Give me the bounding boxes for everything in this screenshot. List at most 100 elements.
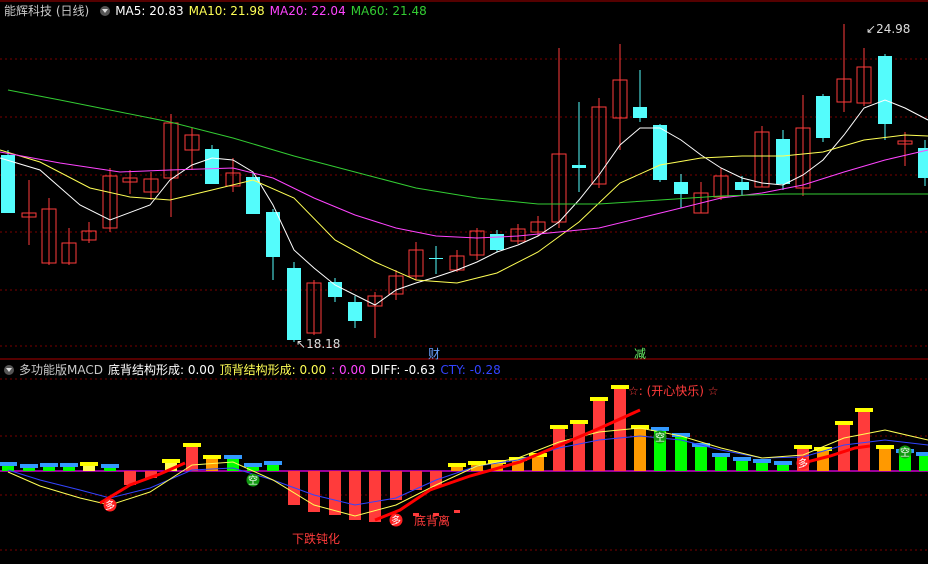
event-marker-cai[interactable]: 财 <box>428 345 440 362</box>
badge-text: 多 <box>105 499 115 512</box>
candle <box>408 242 424 280</box>
macd-bar <box>267 464 279 471</box>
duo-marker: 多 <box>389 513 403 527</box>
candle <box>306 280 322 335</box>
candle-body <box>572 165 586 168</box>
event-marker-jian[interactable]: 减 <box>634 345 646 362</box>
signal-dash <box>454 510 460 513</box>
macd-bar <box>736 460 748 471</box>
candle-body <box>918 148 928 178</box>
candle <box>122 170 138 194</box>
candle-body <box>1 155 15 213</box>
macd-bar <box>369 471 381 522</box>
candle-body <box>266 212 280 257</box>
candle-body <box>328 282 342 297</box>
candle <box>836 24 852 112</box>
candle <box>653 124 667 182</box>
macd-bar <box>919 455 928 471</box>
macd-bar-cap <box>264 461 282 465</box>
candle <box>897 132 913 166</box>
macd-bar-cap <box>733 457 751 461</box>
candle <box>429 246 443 274</box>
macd-bar-cap <box>101 464 119 468</box>
candle <box>21 180 37 245</box>
badge-text: 多 <box>391 514 401 527</box>
macd-bar-cap <box>20 464 38 468</box>
macd-bar-cap <box>570 420 588 424</box>
candle <box>367 292 383 338</box>
candle-body <box>735 182 749 190</box>
candle <box>612 44 628 150</box>
duo-marker: 多 <box>103 498 117 512</box>
top-annotation: ☆: (开心快乐) ☆ <box>628 384 719 398</box>
candle-body <box>816 96 830 138</box>
candle-body <box>878 56 892 124</box>
candle <box>469 228 485 260</box>
macd-bar <box>634 428 646 471</box>
candle-body <box>205 149 219 184</box>
chart-canvas[interactable]: 多多多空空空 <box>0 0 928 564</box>
badge-text: 空 <box>900 446 910 459</box>
candle <box>266 209 280 280</box>
macd-bar-cap <box>794 445 812 449</box>
candle <box>388 270 404 300</box>
candle <box>795 95 811 196</box>
macd-bar <box>573 423 585 471</box>
kong-marker: 空 <box>653 430 667 444</box>
candle <box>41 198 57 265</box>
macd-bar-cap <box>753 459 771 463</box>
moving-average-lines <box>0 89 928 306</box>
macd-bar-cap <box>244 463 262 467</box>
candle <box>102 168 118 232</box>
macd-bar <box>329 471 341 515</box>
macd-bar <box>756 462 768 471</box>
high-price-label: ↙24.98 <box>866 22 911 36</box>
macd-bar-cap <box>40 463 58 467</box>
candle <box>246 172 260 214</box>
macd-bar <box>777 464 789 471</box>
macd-bar-cap <box>855 408 873 412</box>
badge-text: 空 <box>655 431 665 444</box>
macd-bar-cap <box>224 455 242 459</box>
macd-bar-cap <box>80 462 98 466</box>
candle <box>674 174 688 208</box>
candle-body <box>674 182 688 194</box>
macd-bar-cap <box>712 453 730 457</box>
macd-bar-cap <box>835 421 853 425</box>
candle <box>856 48 872 106</box>
candle <box>816 94 830 142</box>
candle <box>490 230 504 252</box>
macd-bar-cap <box>916 452 928 456</box>
macd-bar-cap <box>60 463 78 467</box>
candle <box>143 172 159 200</box>
candle-body <box>348 302 362 321</box>
macd-bar-cap <box>590 397 608 401</box>
candle <box>776 130 790 190</box>
macd-bar-cap <box>774 461 792 465</box>
annotation-layer: 多多多空空空 <box>103 430 912 527</box>
candle-body <box>287 268 301 340</box>
macd-bar-cap <box>448 463 466 467</box>
candle-body <box>429 258 443 259</box>
candle <box>918 140 928 186</box>
macd-bar-cap <box>183 443 201 447</box>
ma5-line <box>0 99 928 306</box>
candle-body <box>633 107 647 118</box>
candle <box>163 114 179 217</box>
candle <box>449 250 465 272</box>
candle-body <box>653 125 667 180</box>
candle <box>61 228 77 265</box>
kong-marker: 空 <box>246 473 260 487</box>
macd-bar-cap <box>203 455 221 459</box>
candle <box>81 222 97 243</box>
macd-bar <box>715 456 727 471</box>
macd-bar <box>879 448 891 471</box>
candle <box>510 224 526 244</box>
candle <box>633 70 647 122</box>
candle <box>713 168 729 200</box>
macd-bar-cap <box>162 459 180 463</box>
macd-bar <box>349 471 361 520</box>
candle <box>572 102 586 192</box>
macd-bar-cap <box>0 462 17 466</box>
low-price-label: ↖18.18 <box>296 337 341 351</box>
